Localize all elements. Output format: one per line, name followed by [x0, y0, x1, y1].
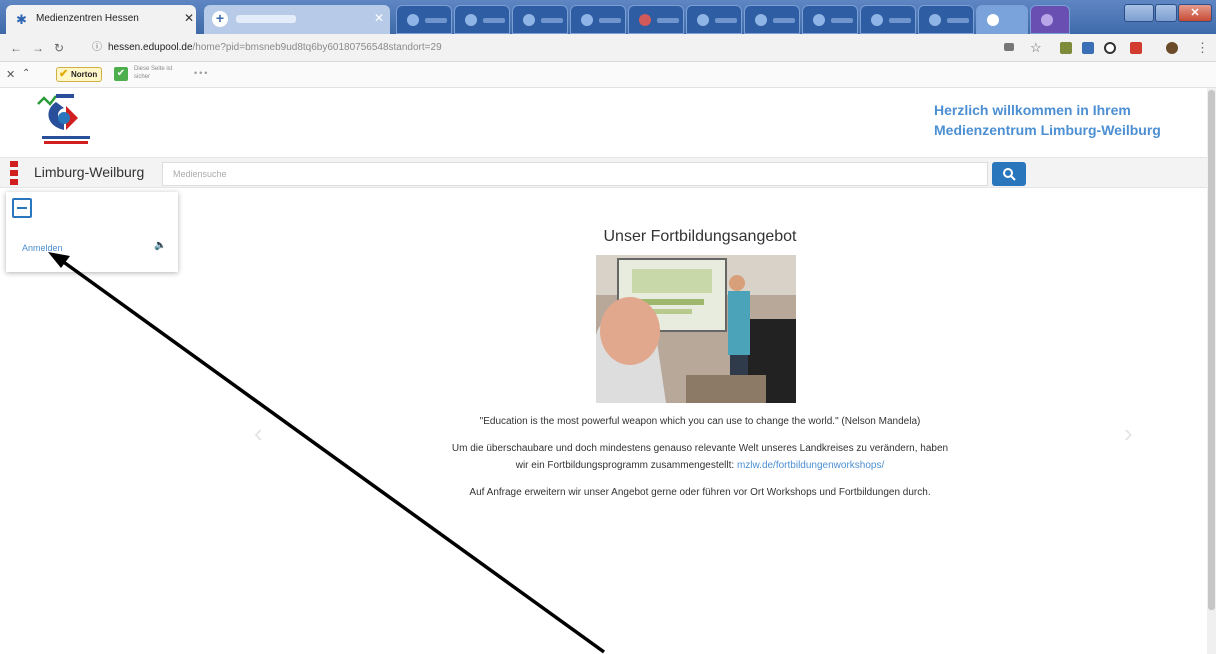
login-popover: Anmelden 🔈 — [6, 192, 178, 272]
carousel-prev-icon[interactable]: ‹ — [254, 418, 263, 449]
site-brand[interactable]: Limburg-Weilburg — [34, 164, 144, 180]
tab-favicon-icon — [581, 14, 593, 26]
intro-line-2-text: wir ein Fortbildungsprogramm zusammenges… — [515, 460, 737, 471]
window-maximize-button[interactable] — [1155, 4, 1177, 22]
url-host: hessen.edupool.de — [108, 42, 193, 53]
browser-tab[interactable] — [686, 5, 742, 34]
search-input[interactable]: Mediensuche — [162, 162, 988, 186]
more-dots-icon[interactable]: ••• — [194, 68, 209, 78]
browser-tab[interactable] — [570, 5, 626, 34]
extension-icon[interactable] — [1082, 42, 1094, 54]
intro-line-1: Um die überschaubare und doch mindestens… — [451, 443, 949, 454]
tab-title-blurred — [425, 18, 447, 23]
url-path: /home?pid=bmsneb9ud8tq6by60180756548stan… — [192, 42, 442, 53]
browser-tab[interactable] — [860, 5, 916, 34]
offer-paragraph: Auf Anfrage erweitern wir unser Angebot … — [469, 487, 931, 498]
github-icon[interactable] — [1104, 42, 1116, 54]
norton-label: Norton — [71, 70, 98, 79]
carousel-next-icon[interactable]: › — [1124, 418, 1133, 449]
tab-favicon-icon — [1041, 14, 1053, 26]
info-icon: ⓘ — [92, 42, 102, 53]
tab-favicon-icon — [929, 14, 941, 26]
tab-title-blurred — [947, 18, 969, 23]
safe-check-icon: ✔ — [114, 67, 128, 81]
chevron-up-icon[interactable]: ⌃ — [22, 68, 30, 79]
tab-title: Medienzentren Hessen — [36, 13, 139, 24]
extension-icon[interactable] — [1060, 42, 1072, 54]
workshop-photo — [596, 255, 796, 403]
intro-line-2: wir ein Fortbildungsprogramm zusammenges… — [380, 457, 1020, 474]
intro-paragraph: Um die überschaubare und doch mindestens… — [380, 440, 1020, 474]
url-field[interactable]: ⓘ hessen.edupool.de/home?pid=bmsneb9ud8tq… — [92, 39, 992, 57]
extension-bar: ✕ ⌃ ✔ Norton ✔ Diese Seite ist sicher ••• — [0, 62, 1216, 88]
site-navbar: Limburg-Weilburg Mediensuche — [0, 157, 1207, 188]
tab-favicon-icon — [697, 14, 709, 26]
tab-favicon-icon — [813, 14, 825, 26]
browser-tab[interactable] — [628, 5, 684, 34]
back-icon[interactable]: ← — [10, 41, 22, 55]
tab-favicon-icon — [465, 14, 477, 26]
norton-check-icon: ✔ — [59, 68, 69, 80]
search-icon — [1003, 168, 1016, 181]
tab-favicon-icon — [407, 14, 419, 26]
menu-dots-icon[interactable]: ⋮ — [1196, 40, 1209, 56]
tab-title-blurred — [236, 15, 296, 23]
browser-tab[interactable] — [454, 5, 510, 34]
window-minimize-button[interactable] — [1124, 4, 1154, 22]
tab-title-blurred — [657, 18, 679, 23]
browser-tab[interactable] — [976, 5, 1028, 34]
browser-tab[interactable] — [744, 5, 800, 34]
section-title: Unser Fortbildungsangebot — [603, 228, 797, 245]
browser-tab[interactable] — [512, 5, 568, 34]
collapse-minus-button[interactable] — [12, 198, 32, 218]
welcome-heading: Herzlich willkommen in Ihrem Medienzentr… — [934, 100, 1184, 140]
tab-close-icon[interactable]: ✕ — [184, 11, 194, 25]
browser-tab[interactable] — [396, 5, 452, 34]
reload-icon[interactable]: ↻ — [54, 41, 64, 55]
search-button[interactable] — [992, 162, 1026, 186]
workshop-link[interactable]: mzlw.de/fortbildungenworkshops/ — [737, 460, 884, 471]
key-icon[interactable] — [1004, 43, 1014, 51]
tab-title-blurred — [715, 18, 737, 23]
profile-avatar[interactable] — [1166, 42, 1178, 54]
safe-status-text: Diese Seite ist sicher — [134, 66, 173, 80]
browser-addressbar: ← → ↻ ⓘ hessen.edupool.de/home?pid=bmsneb… — [0, 34, 1216, 62]
close-icon[interactable]: ✕ — [6, 68, 15, 81]
mandela-quote: "Education is the most powerful weapon w… — [479, 416, 921, 427]
medienzentrum-logo[interactable] — [34, 92, 98, 148]
site-favicon-icon: ✱ — [16, 12, 27, 27]
browser-tab[interactable] — [1030, 5, 1070, 34]
tab-favicon-icon — [755, 14, 767, 26]
bookmark-star-icon[interactable]: ☆ — [1030, 40, 1042, 56]
tab-title-blurred — [483, 18, 505, 23]
browser-tab-active[interactable]: ✱ Medienzentren Hessen ✕ — [6, 5, 196, 34]
scrollbar-thumb[interactable] — [1208, 90, 1215, 610]
tab-favicon-icon — [523, 14, 535, 26]
browser-tab[interactable] — [802, 5, 858, 34]
tab-close-icon[interactable]: ✕ — [374, 11, 384, 25]
tab-title-blurred — [541, 18, 563, 23]
window-close-button[interactable]: ✕ — [1178, 4, 1212, 22]
tab-title-blurred — [773, 18, 795, 23]
browser-tab[interactable] — [918, 5, 974, 34]
tab-favicon-icon — [871, 14, 883, 26]
tab-favicon-icon — [987, 14, 999, 26]
login-link[interactable]: Anmelden — [22, 243, 63, 253]
norton-button[interactable]: ✔ Norton — [56, 67, 103, 82]
tab-favicon-icon: + — [212, 11, 228, 27]
welcome-line-1: Herzlich willkommen in Ihrem — [934, 102, 1131, 118]
tab-favicon-icon — [639, 14, 651, 26]
speaker-icon[interactable]: 🔈 — [154, 240, 166, 251]
browser-tab-2[interactable]: + ✕ — [204, 5, 390, 34]
tab-title-blurred — [831, 18, 853, 23]
tab-title-blurred — [889, 18, 911, 23]
tab-title-blurred — [599, 18, 621, 23]
welcome-line-2: Medienzentrum Limburg-Weilburg — [934, 122, 1161, 138]
page-scrollbar[interactable] — [1207, 88, 1216, 654]
menu-hamburger-icon[interactable] — [10, 161, 18, 187]
browser-tabstrip: ✱ Medienzentren Hessen ✕ + ✕ ✕ — [0, 0, 1216, 34]
extension-icon[interactable] — [1130, 42, 1142, 54]
forward-icon[interactable]: → — [32, 41, 44, 55]
